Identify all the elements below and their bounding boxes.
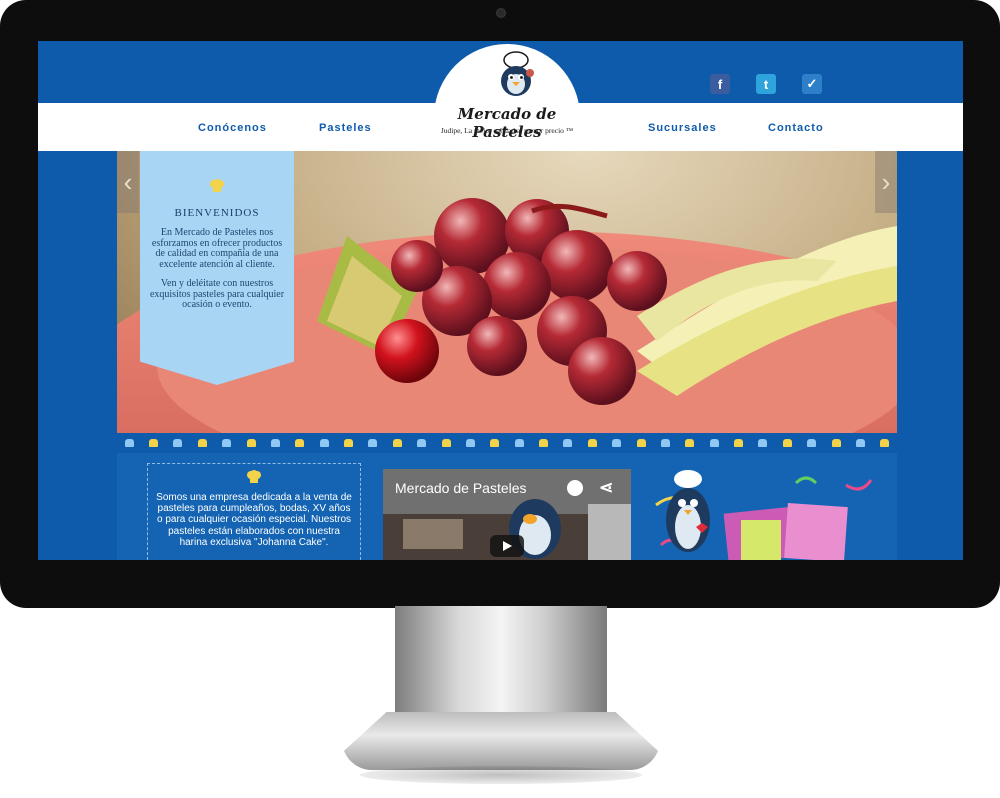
chef-hat-dot-icon [831, 439, 841, 447]
chef-hat-dot-icon [368, 439, 378, 447]
logo-tagline: Judipe, La mejor calidad al menor precio… [440, 126, 574, 135]
chef-hat-dot-icon [295, 439, 305, 447]
chef-hat-dot-icon [758, 439, 768, 447]
chef-hat-dot-icon [197, 439, 207, 447]
chef-hat-dot-row [117, 433, 897, 453]
chef-hat-dot-icon [149, 439, 159, 447]
chef-hat-dot-icon [539, 439, 549, 447]
chef-hat-dot-icon [270, 439, 280, 447]
logo-title: Mercado de Pasteles [457, 105, 557, 141]
foursquare-icon[interactable]: ✓ [802, 74, 822, 94]
chef-hat-dot-icon [465, 439, 475, 447]
chef-hat-dot-icon [612, 439, 622, 447]
video-title: Mercado de Pasteles [395, 480, 527, 496]
chef-hat-dot-icon [222, 439, 232, 447]
chef-hat-dot-icon [173, 439, 183, 447]
share-icon[interactable]: ⋖ [599, 478, 613, 498]
banner-paragraph: Ven y deléitate con nuestros exquisitos … [149, 278, 285, 310]
chef-hat-dot-icon [782, 439, 792, 447]
camera-icon [496, 8, 506, 18]
welcome-banner: BIENVENIDOS En Mercado de Pasteles nos e… [140, 151, 294, 385]
monitor-shadow [360, 766, 642, 784]
nav-pasteles[interactable]: Pasteles [319, 122, 372, 134]
about-text: Somos una empresa dedicada a la venta de… [156, 492, 352, 548]
chef-hat-dot-icon [587, 439, 597, 447]
chef-hat-dot-icon [636, 439, 646, 447]
chef-hat-dot-icon [734, 439, 744, 447]
chef-hat-dot-icon [441, 439, 451, 447]
slider-prev-button[interactable]: ‹ [117, 151, 139, 213]
penguin-chef-logo-icon [501, 51, 534, 96]
video-player[interactable]: Mercado de Pasteles ⋖ [383, 469, 631, 560]
play-button[interactable] [490, 535, 524, 557]
nav-contacto[interactable]: Contacto [768, 122, 824, 134]
website-screen: f t ✓ Conócenos Pasteles Sucursales Cont… [38, 41, 963, 560]
chef-hat-dot-icon [319, 439, 329, 447]
nav-conocenos[interactable]: Conócenos [198, 122, 267, 134]
banner-paragraph: En Mercado de Pasteles nos esforzamos en… [151, 227, 283, 270]
banner-title: BIENVENIDOS [174, 207, 260, 219]
chef-hat-dot-icon [344, 439, 354, 447]
twitter-icon[interactable]: t [756, 74, 776, 94]
chef-hat-dot-icon [685, 439, 695, 447]
chef-hat-dot-icon [709, 439, 719, 447]
slider-next-button[interactable]: › [875, 151, 897, 213]
chef-hat-icon [210, 179, 224, 192]
chef-hat-dot-icon [417, 439, 427, 447]
chef-hat-icon [247, 470, 261, 483]
chef-hat-dot-icon [490, 439, 500, 447]
watch-later-icon[interactable] [567, 480, 583, 496]
banner-text: En Mercado de Pasteles nos esforzamos en… [148, 227, 286, 320]
chef-hat-dot-icon [246, 439, 256, 447]
chef-hat-dot-icon [124, 439, 134, 447]
chef-hat-dot-icon [392, 439, 402, 447]
monitor-base [342, 712, 660, 770]
about-box: Somos una empresa dedicada a la venta de… [147, 463, 361, 560]
chef-hat-dot-icon [514, 439, 524, 447]
facebook-icon[interactable]: f [710, 74, 730, 94]
monitor-bezel: f t ✓ Conócenos Pasteles Sucursales Cont… [0, 0, 1000, 608]
birthday-mascot-image [655, 470, 873, 560]
play-icon [503, 541, 512, 551]
chef-hat-dot-icon [660, 439, 670, 447]
monitor-stand [395, 606, 607, 716]
chef-hat-dot-icon [880, 439, 890, 447]
nav-sucursales[interactable]: Sucursales [648, 122, 717, 134]
chef-hat-dot-icon [855, 439, 865, 447]
chef-hat-dot-icon [563, 439, 573, 447]
chef-hat-dot-icon [807, 439, 817, 447]
